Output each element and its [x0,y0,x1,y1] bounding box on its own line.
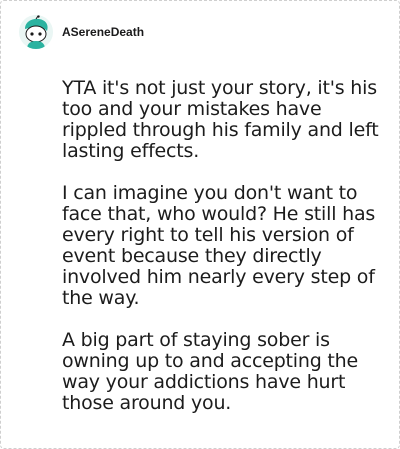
comment-header: ASereneDeath [19,15,144,49]
comment-paragraph: YTA it's not just your story, it's his t… [62,77,379,162]
snoo-avatar-icon[interactable] [19,15,53,49]
username-link[interactable]: ASereneDeath [62,25,144,39]
comment-body: YTA it's not just your story, it's his t… [62,78,382,435]
comment-card: ASereneDeath YTA it's not just your stor… [0,0,400,449]
comment-paragraph: I can imagine you don't want to face tha… [62,182,376,309]
comment-paragraph: A big part of staying sober is owning up… [62,329,359,414]
